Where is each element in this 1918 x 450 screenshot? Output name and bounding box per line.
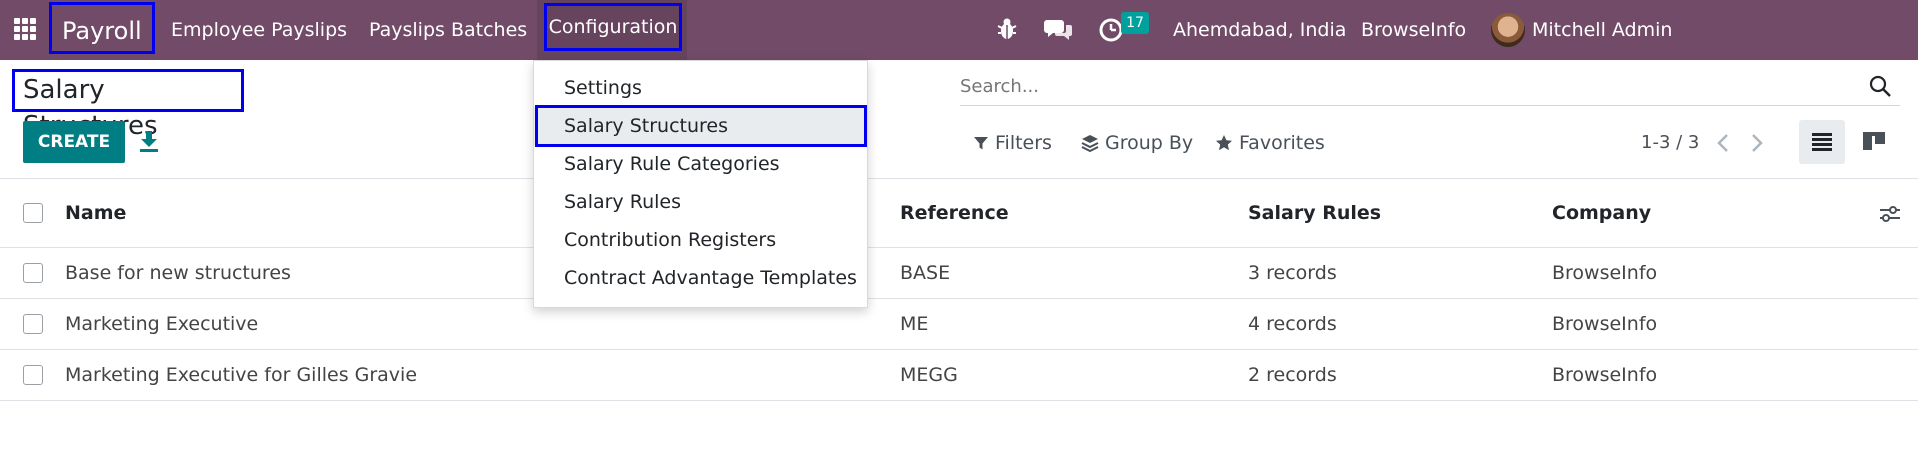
cell-name: Marketing Executive	[65, 313, 259, 335]
kanban-icon	[1863, 132, 1885, 150]
chevron-left-icon[interactable]	[1712, 131, 1736, 155]
top-navbar: Payroll Employee Payslips Payslips Batch…	[0, 0, 1918, 101]
search-icon[interactable]	[1868, 74, 1892, 98]
cell-name: Marketing Executive for Gilles Gravie	[65, 364, 418, 386]
favorites-label: Favorites	[1239, 132, 1325, 154]
cell-company: BrowseInfo	[1552, 364, 1658, 386]
filters-label: Filters	[995, 132, 1052, 154]
cell-reference: MEGG	[900, 364, 958, 386]
user-menu[interactable]: Mitchell Admin (bi_branch_hr_community)	[1532, 0, 1918, 101]
group-by-button[interactable]: Group By	[1081, 128, 1193, 158]
active-item-highlight	[535, 105, 867, 147]
chat-icon[interactable]	[1044, 16, 1074, 42]
dropdown-item-salary-rules[interactable]: Salary Rules	[534, 183, 867, 221]
dropdown-item-contract-advantage-templates[interactable]: Contract Advantage Templates	[534, 259, 867, 297]
company-switcher[interactable]: BrowseInfo	[1361, 0, 1466, 60]
bug-icon[interactable]	[996, 16, 1018, 42]
star-icon	[1216, 135, 1232, 151]
row-checkbox[interactable]	[23, 365, 43, 385]
cell-salary-rules: 3 records	[1248, 262, 1337, 284]
download-icon[interactable]	[138, 128, 160, 154]
cell-company: BrowseInfo	[1552, 262, 1658, 284]
column-name[interactable]: Name	[65, 179, 126, 247]
table-row[interactable]: Base for new structures BASE 3 records B…	[0, 248, 1918, 299]
pager-value[interactable]: 1-3 / 3	[1641, 128, 1699, 158]
column-company[interactable]: Company	[1552, 179, 1651, 247]
app-title-payroll[interactable]: Payroll	[49, 2, 155, 54]
dropdown-item-salary-rule-categories[interactable]: Salary Rule Categories	[534, 145, 867, 183]
company-location[interactable]: Ahemdabad, India	[1173, 0, 1346, 60]
apps-icon[interactable]	[14, 18, 36, 40]
chevron-right-icon[interactable]	[1744, 131, 1768, 155]
page-title: Salary Structures	[12, 69, 244, 141]
search-bar	[960, 68, 1900, 106]
group-by-label: Group By	[1105, 132, 1194, 154]
menu-employee-payslips[interactable]: Employee Payslips	[171, 0, 347, 60]
menu-payslips-batches[interactable]: Payslips Batches	[369, 0, 527, 60]
menu-configuration[interactable]: Configuration	[537, 0, 687, 60]
table-row[interactable]: Marketing Executive for Gilles Gravie ME…	[0, 350, 1918, 401]
optional-columns-icon[interactable]	[1878, 203, 1902, 225]
search-input[interactable]	[960, 68, 1840, 104]
filter-icon	[974, 137, 988, 150]
table-header: Name Reference Salary Rules Company	[0, 178, 1918, 248]
cell-salary-rules: 4 records	[1248, 313, 1337, 335]
cell-reference: BASE	[900, 262, 951, 284]
filters-button[interactable]: Filters	[973, 128, 1052, 158]
dropdown-item-settings[interactable]: Settings	[534, 69, 867, 107]
column-reference[interactable]: Reference	[900, 179, 1009, 247]
dropdown-item-contribution-registers[interactable]: Contribution Registers	[534, 221, 867, 259]
activity-count-badge: 17	[1121, 12, 1149, 34]
configuration-dropdown: Settings Salary Structures Salary Rule C…	[533, 60, 868, 308]
column-salary-rules[interactable]: Salary Rules	[1248, 179, 1381, 247]
layers-icon	[1081, 135, 1099, 152]
kanban-view-button[interactable]	[1851, 120, 1897, 164]
create-button[interactable]: CREATE	[23, 121, 125, 163]
avatar[interactable]	[1491, 13, 1525, 47]
cell-name: Base for new structures	[65, 262, 291, 284]
row-checkbox[interactable]	[23, 263, 43, 283]
cell-company: BrowseInfo	[1552, 313, 1658, 335]
menu-configuration-label[interactable]: Configuration	[544, 3, 682, 51]
cell-salary-rules: 2 records	[1248, 364, 1337, 386]
list-view-button[interactable]	[1799, 120, 1845, 164]
table-row[interactable]: Marketing Executive ME 4 records BrowseI…	[0, 299, 1918, 350]
list-icon	[1812, 133, 1832, 151]
favorites-button[interactable]: Favorites	[1215, 128, 1325, 158]
select-all-checkbox[interactable]	[23, 203, 43, 223]
cell-reference: ME	[900, 313, 929, 335]
row-checkbox[interactable]	[23, 314, 43, 334]
